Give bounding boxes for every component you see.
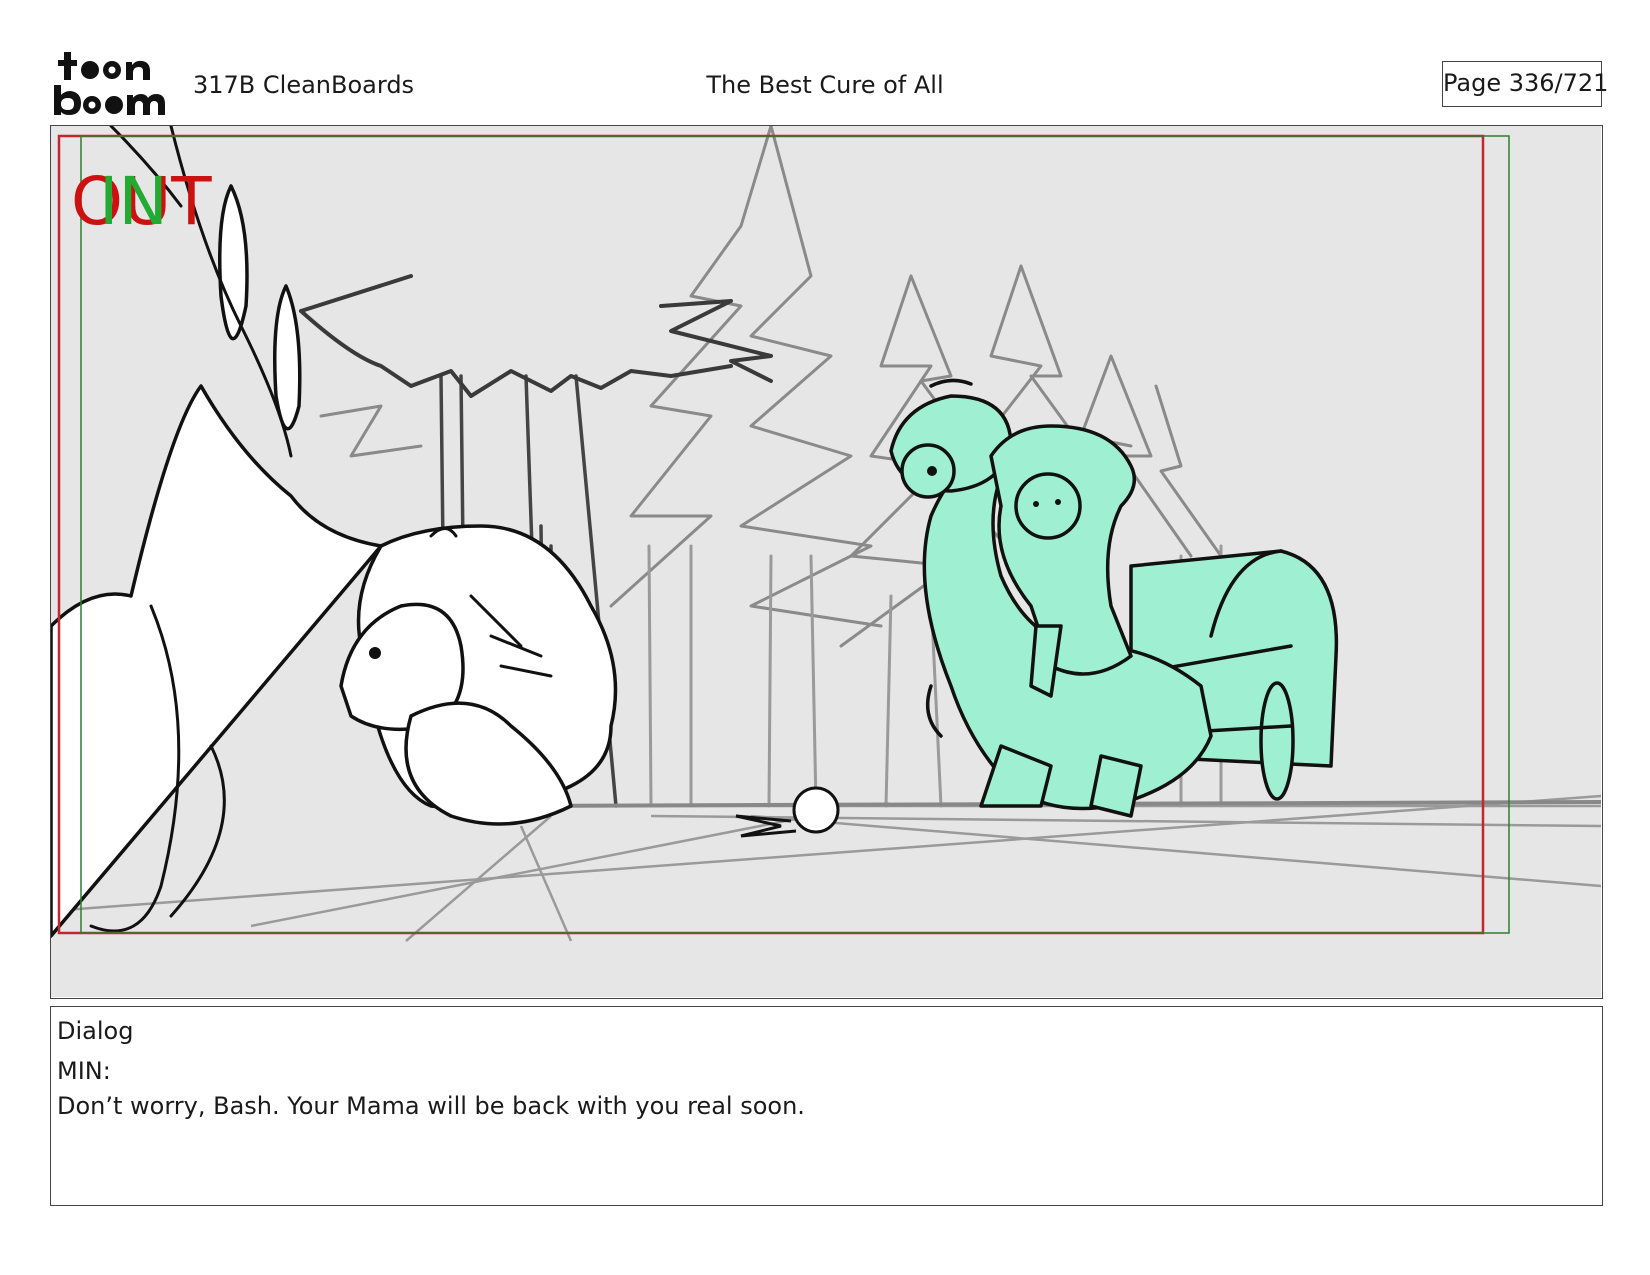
dialog-label: Dialog bbox=[57, 1017, 134, 1045]
dialog-line: Don’t worry, Bash. Your Mama will be bac… bbox=[57, 1092, 805, 1120]
document-title: The Best Cure of All bbox=[706, 71, 944, 99]
panel-drawing: OUT IN bbox=[51, 126, 1601, 997]
storyboard-panel: OUT IN bbox=[50, 125, 1603, 999]
dialog-box: Dialog MIN: Don’t worry, Bash. Your Mama… bbox=[50, 1006, 1603, 1206]
dialog-speaker: MIN: bbox=[57, 1057, 111, 1085]
in-marker: IN bbox=[99, 163, 168, 240]
page-number: Page 336/721 bbox=[1442, 61, 1608, 107]
